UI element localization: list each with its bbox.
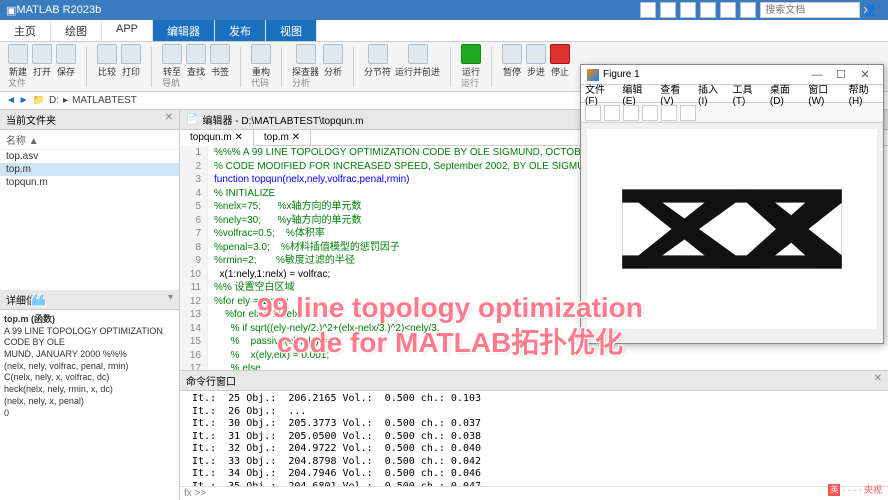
save-icon[interactable] — [640, 2, 656, 18]
app-logo-icon: ▣ — [6, 4, 16, 17]
figure-menu-insert[interactable]: 插入(I) — [698, 81, 724, 107]
analyze-button[interactable]: 分析 — [323, 44, 343, 78]
copy-icon[interactable] — [680, 2, 696, 18]
figure-close-icon[interactable]: ✕ — [853, 68, 877, 81]
figure-menu-bar: 文件(F) 编辑(E) 查看(V) 插入(I) 工具(T) 桌面(D) 窗口(W… — [581, 85, 883, 103]
profiler-button[interactable]: 探查器 — [292, 44, 319, 78]
figure-app-icon — [587, 69, 599, 81]
figure-maximize-icon[interactable]: ☐ — [829, 68, 853, 81]
panel-close-icon[interactable]: ✕ — [874, 373, 882, 388]
command-prompt: fx >> — [184, 488, 210, 499]
paste-icon[interactable] — [700, 2, 716, 18]
stop-button[interactable]: 停止 — [550, 44, 570, 78]
detail-line: 0 — [4, 408, 175, 420]
section-analyze: 分析 — [292, 76, 310, 89]
detail-line: (nelx, nely, volfrac, penal, rmin) — [4, 361, 175, 373]
save-button[interactable]: 保存 — [56, 44, 76, 78]
current-folder-title: 当前文件夹✕ — [0, 110, 179, 130]
detail-line: (nelx, nely, x, penal) — [4, 396, 175, 408]
editor-path-text: 编辑器 - D:\MATLABTEST\topqun.m — [202, 112, 363, 127]
path-drive[interactable]: D: — [49, 95, 59, 106]
watermark-badge: 英 — [828, 484, 840, 496]
command-output[interactable]: It.: 25 Obj.: 206.2165 Vol.: 0.500 ch.: … — [180, 391, 888, 486]
cut-icon[interactable] — [660, 2, 676, 18]
figure-print-icon[interactable] — [623, 105, 639, 121]
figure-pointer-icon[interactable] — [642, 105, 658, 121]
watermark: 英 · · · · 央视 — [828, 483, 882, 496]
figure-rotate-icon[interactable] — [661, 105, 677, 121]
editor-tab[interactable]: topqun.m ✕ — [180, 130, 254, 146]
figure-menu-help[interactable]: 帮助(H) — [849, 81, 879, 107]
figure-save-icon[interactable] — [604, 105, 620, 121]
figure-menu-tools[interactable]: 工具(T) — [733, 81, 762, 107]
undo-icon[interactable] — [720, 2, 736, 18]
quick-access: 👤 — [640, 2, 878, 18]
topology-plot — [622, 189, 842, 269]
bookmark-button[interactable]: 书签 — [210, 44, 230, 78]
file-item[interactable]: top.asv — [0, 150, 179, 163]
overlay-line2: code for MATLAB拓扑优化 — [50, 325, 850, 360]
watermark-dots: · · · · — [842, 485, 862, 495]
section-run: 运行 — [461, 76, 479, 89]
path-folder[interactable]: MATLABTEST — [72, 95, 137, 106]
figure-menu-window[interactable]: 窗口(W) — [808, 81, 840, 107]
file-item[interactable]: top.m — [0, 163, 179, 176]
file-browser[interactable]: 名称 ▲ top.asv top.m topqun.m — [0, 130, 179, 290]
overlay-quote-icon: ❝ — [30, 290, 46, 325]
section-break-button[interactable]: 分节符 — [364, 44, 391, 78]
command-window-panel: 命令行窗口✕ It.: 25 Obj.: 206.2165 Vol.: 0.50… — [180, 370, 888, 500]
figure-minimize-icon[interactable]: — — [805, 69, 829, 81]
command-window-title: 命令行窗口✕ — [180, 371, 888, 391]
section-code: 代码 — [251, 76, 269, 89]
detail-line: heck(nelx, nely, rmin, x, dc) — [4, 384, 175, 396]
figure-menu-edit[interactable]: 编辑(E) — [622, 81, 652, 107]
figure-new-icon[interactable] — [585, 105, 601, 121]
path-back-icon[interactable]: ◄ ► — [6, 95, 29, 106]
open-button[interactable]: 打开 — [32, 44, 52, 78]
figure-menu-desktop[interactable]: 桌面(D) — [770, 81, 800, 107]
run-advance-button[interactable]: 运行并前进 — [395, 44, 440, 78]
app-title: MATLAB R2023b — [16, 4, 101, 16]
help-icon[interactable] — [740, 2, 756, 18]
tab-publish[interactable]: 发布 — [215, 20, 266, 41]
tab-plot[interactable]: 绘图 — [51, 20, 102, 41]
run-button[interactable]: 运行 — [461, 44, 481, 78]
detail-line: C(nelx, nely, x, volfrac, dc) — [4, 372, 175, 384]
overlay-line1: 99 line topology optimization — [50, 290, 850, 325]
new-button[interactable]: 新建 — [8, 44, 28, 78]
main-tab-strip: 主页 绘图 APP 编辑器 发布 视图 — [0, 20, 888, 42]
tab-view[interactable]: 视图 — [266, 20, 317, 41]
command-input-line[interactable]: fx >> — [180, 486, 888, 500]
step-button[interactable]: 步进 — [526, 44, 546, 78]
watermark-brand: 央视 — [864, 483, 882, 496]
figure-title-text: Figure 1 — [603, 69, 640, 80]
overlay-caption: 99 line topology optimization code for M… — [50, 290, 850, 360]
file-item[interactable]: topqun.m — [0, 176, 179, 189]
goto-button[interactable]: 转至 — [162, 44, 182, 78]
figure-menu-file[interactable]: 文件(F) — [585, 81, 614, 107]
folder-icon[interactable]: 📁 — [33, 95, 45, 106]
section-nav: 导航 — [162, 76, 180, 89]
tab-app[interactable]: APP — [102, 20, 153, 41]
compare-button[interactable]: 比较 — [97, 44, 117, 78]
refactor-button[interactable]: 重构 — [251, 44, 271, 78]
app-title-bar: ▣ MATLAB R2023b 👤 — ☐ ✕ — [0, 0, 888, 20]
print-button[interactable]: 打印 — [121, 44, 141, 78]
figure-edit-icon[interactable] — [680, 105, 696, 121]
panel-close-icon[interactable]: ✕ — [165, 112, 173, 127]
find-button[interactable]: 查找 — [186, 44, 206, 78]
figure-menu-view[interactable]: 查看(V) — [660, 81, 690, 107]
pause-button[interactable]: 暂停 — [502, 44, 522, 78]
name-column-header[interactable]: 名称 ▲ — [0, 130, 179, 150]
editor-tab[interactable]: top.m ✕ — [254, 130, 311, 145]
search-input[interactable] — [760, 2, 860, 18]
section-file: 文件 — [8, 76, 26, 89]
tab-editor[interactable]: 编辑器 — [153, 20, 215, 41]
tab-home[interactable]: 主页 — [0, 20, 51, 41]
user-icon[interactable]: 👤 — [864, 4, 878, 17]
editor-doc-icon: 📄 — [186, 114, 198, 125]
